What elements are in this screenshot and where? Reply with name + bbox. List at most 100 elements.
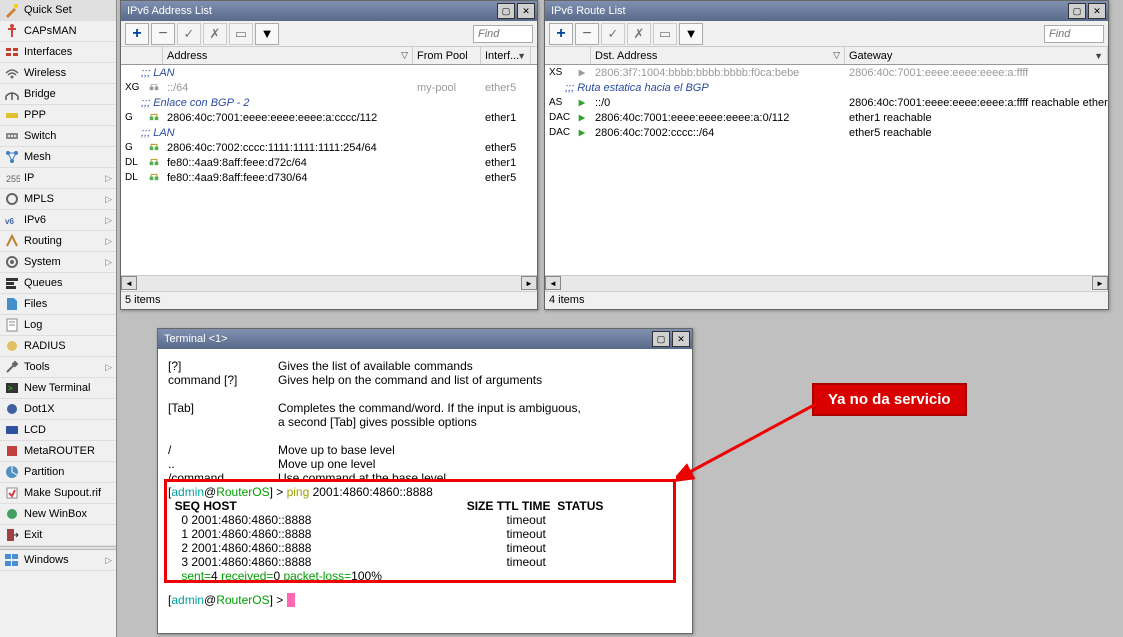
minimize-button[interactable]: ▢ [497, 3, 515, 19]
sidebar-item-new-terminal[interactable]: >New Terminal [0, 378, 116, 399]
interface-cell: ether5 [481, 142, 531, 154]
titlebar[interactable]: IPv6 Address List ▢ ✕ [121, 1, 537, 21]
sidebar-item-exit[interactable]: Exit [0, 525, 116, 546]
close-button[interactable]: ✕ [1088, 3, 1106, 19]
comment-button[interactable]: ▭ [229, 23, 253, 45]
col-dst-address[interactable]: Dst. Address▽ [591, 47, 845, 64]
minimize-button[interactable]: ▢ [1068, 3, 1086, 19]
find-input[interactable] [473, 25, 533, 43]
sidebar: Quick SetCAPsMANInterfaces Wireless Bridge… [0, 0, 117, 637]
sidebar-item-new-winbox[interactable]: New WinBox [0, 504, 116, 525]
submenu-arrow-icon: ▷ [105, 257, 112, 268]
close-button[interactable]: ✕ [672, 331, 690, 347]
terminal-help-line: ..Move up one level [168, 457, 682, 471]
sidebar-item-wireless[interactable]: Wireless [0, 63, 116, 84]
sidebar-item-partition[interactable]: Partition [0, 462, 116, 483]
sidebar-item-ip[interactable]: 255IP▷ [0, 168, 116, 189]
sidebar-item-ppp[interactable]: PPP [0, 105, 116, 126]
sidebar-item-mesh[interactable]: Mesh [0, 147, 116, 168]
sidebar-item-make-supout.rif[interactable]: Make Supout.rif [0, 483, 116, 504]
table-row[interactable]: DAC2806:40c:7001:eeee:eeee:eeee:a:0/112e… [545, 110, 1108, 125]
metarouter-icon [4, 443, 20, 459]
titlebar[interactable]: Terminal <1> ▢ ✕ [158, 329, 692, 349]
col-interface[interactable]: Interf...▼ [481, 47, 531, 64]
interfaces-icon [4, 44, 20, 60]
flag-cell: DAC [545, 112, 573, 123]
window-title: IPv6 Address List [127, 5, 497, 17]
sidebar-item-lcd[interactable]: LCD [0, 420, 116, 441]
col-flag[interactable] [121, 47, 163, 64]
sidebar-label: MPLS [24, 193, 105, 205]
sidebar-item-bridge[interactable]: Bridge [0, 84, 116, 105]
annotation-arrow [676, 396, 826, 486]
route-icon [573, 128, 591, 138]
terminal-window: Terminal <1> ▢ ✕ [?]Gives the list of av… [157, 328, 693, 634]
mesh-icon [4, 149, 20, 165]
sidebar-item-files[interactable]: Files [0, 294, 116, 315]
col-address[interactable]: Address▽ [163, 47, 413, 64]
gateway-cell: ether1 reachable [845, 112, 1108, 124]
sidebar-item-metarouter[interactable]: MetaROUTER [0, 441, 116, 462]
sidebar-item-quick-set[interactable]: Quick Set [0, 0, 116, 21]
col-flag[interactable] [545, 47, 591, 64]
disable-button[interactable]: ✗ [203, 23, 227, 45]
svg-text:v6: v6 [5, 217, 14, 226]
flag-cell: AS [545, 97, 573, 108]
table-row[interactable]: XG::/64my-poolether5 [121, 80, 537, 95]
table-row[interactable]: G2806:40c:7002:cccc:1111:1111:1111:254/6… [121, 140, 537, 155]
table-row[interactable]: XS2806:3f7:1004:bbbb:bbbb:bbbb:f0ca:bebe… [545, 65, 1108, 80]
enable-button[interactable]: ✓ [177, 23, 201, 45]
dst-cell: ::/0 [591, 97, 845, 109]
remove-button[interactable]: − [575, 23, 599, 45]
remove-button[interactable]: − [151, 23, 175, 45]
minimize-button[interactable]: ▢ [652, 331, 670, 347]
sidebar-item-mpls[interactable]: MPLS▷ [0, 189, 116, 210]
comment-button[interactable]: ▭ [653, 23, 677, 45]
sidebar-label: Wireless [24, 67, 116, 79]
sidebar-item-ipv6[interactable]: v6IPv6▷ [0, 210, 116, 231]
highlight-box [164, 479, 676, 583]
close-button[interactable]: ✕ [517, 3, 535, 19]
sidebar-item-capsman[interactable]: CAPsMAN [0, 21, 116, 42]
submenu-arrow-icon: ▷ [105, 362, 112, 373]
disable-button[interactable]: ✗ [627, 23, 651, 45]
route-icon [573, 113, 591, 123]
terminal-help-line: [Tab]Completes the command/word. If the … [168, 401, 682, 415]
enable-button[interactable]: ✓ [601, 23, 625, 45]
supout-icon [4, 485, 20, 501]
terminal-icon: > [4, 380, 20, 396]
scrollbar-horizontal[interactable]: ◄► [121, 275, 537, 291]
sidebar-item-log[interactable]: Log [0, 315, 116, 336]
address-icon [145, 172, 163, 184]
interface-cell: ether5 [481, 172, 531, 184]
filter-button[interactable]: ▼ [679, 23, 703, 45]
sidebar-label: Files [24, 298, 116, 310]
filter-button[interactable]: ▼ [255, 23, 279, 45]
col-gateway[interactable]: Gateway▼ [845, 47, 1108, 64]
sidebar-item-queues[interactable]: Queues [0, 273, 116, 294]
table-row[interactable]: DAC2806:40c:7002:cccc::/64ether5 reachab… [545, 125, 1108, 140]
sidebar-item-interfaces[interactable]: Interfaces [0, 42, 116, 63]
table-row[interactable]: AS::/02806:40c:7001:eeee:eeee:eeee:a:fff… [545, 95, 1108, 110]
add-button[interactable]: + [549, 23, 573, 45]
sidebar-label: LCD [24, 424, 116, 436]
sidebar-item-switch[interactable]: Switch [0, 126, 116, 147]
find-input[interactable] [1044, 25, 1104, 43]
table-row[interactable]: DLfe80::4aa9:8aff:feee:d72c/64ether1 [121, 155, 537, 170]
scrollbar-horizontal[interactable]: ◄► [545, 275, 1108, 291]
table-row[interactable]: G2806:40c:7001:eeee:eeee:eeee:a:cccc/112… [121, 110, 537, 125]
sidebar-item-windows[interactable]: Windows ▷ [0, 550, 116, 571]
titlebar[interactable]: IPv6 Route List ▢ ✕ [545, 1, 1108, 21]
sidebar-item-routing[interactable]: Routing▷ [0, 231, 116, 252]
terminal-help-line: command [?]Gives help on the command and… [168, 373, 682, 387]
add-button[interactable]: + [125, 23, 149, 45]
sidebar-item-tools[interactable]: Tools▷ [0, 357, 116, 378]
sidebar-item-radius[interactable]: RADIUS [0, 336, 116, 357]
ipv6-route-list-window: IPv6 Route List ▢ ✕ + − ✓ ✗ ▭ ▼ Dst. Add… [544, 0, 1109, 310]
terminal-output[interactable]: [?]Gives the list of available commandsc… [158, 349, 692, 633]
col-from-pool[interactable]: From Pool [413, 47, 481, 64]
table-row[interactable]: DLfe80::4aa9:8aff:feee:d730/64ether5 [121, 170, 537, 185]
sidebar-item-system[interactable]: System▷ [0, 252, 116, 273]
address-icon [145, 157, 163, 169]
sidebar-item-dot1x[interactable]: Dot1X [0, 399, 116, 420]
